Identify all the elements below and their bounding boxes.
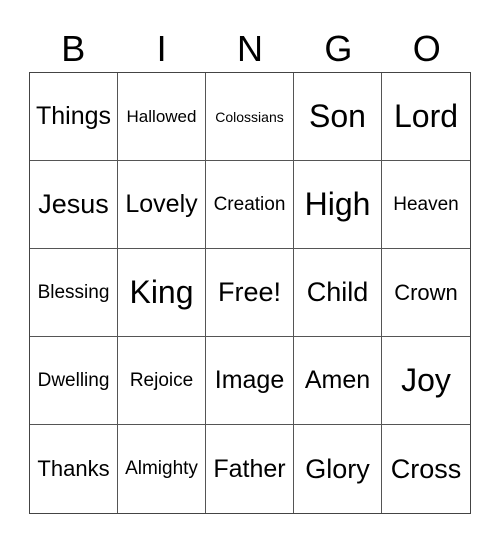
bingo-cell[interactable]: Lovely <box>118 161 206 249</box>
bingo-header: B I N G O <box>29 26 471 72</box>
header-letter-b: B <box>61 28 86 69</box>
bingo-cell[interactable]: Almighty <box>118 425 206 513</box>
bingo-cell[interactable]: Jesus <box>30 161 118 249</box>
bingo-cell[interactable]: Cross <box>382 425 470 513</box>
bingo-grid: Things Hallowed Colossians Son Lord Jesu… <box>29 72 471 514</box>
bingo-cell[interactable]: Lord <box>382 73 470 161</box>
bingo-cell[interactable]: Son <box>294 73 382 161</box>
bingo-cell[interactable]: High <box>294 161 382 249</box>
header-letter-g: G <box>324 28 353 69</box>
bingo-cell[interactable]: Joy <box>382 337 470 425</box>
bingo-cell[interactable]: Heaven <box>382 161 470 249</box>
bingo-cell[interactable]: Amen <box>294 337 382 425</box>
header-letter-n: N <box>236 28 263 69</box>
bingo-cell[interactable]: Things <box>30 73 118 161</box>
bingo-cell[interactable]: King <box>118 249 206 337</box>
bingo-cell[interactable]: Hallowed <box>118 73 206 161</box>
bingo-cell[interactable]: Colossians <box>206 73 294 161</box>
bingo-cell[interactable]: Glory <box>294 425 382 513</box>
header-letter-i: I <box>156 28 167 69</box>
header-letter-o: O <box>412 28 441 69</box>
bingo-cell[interactable]: Crown <box>382 249 470 337</box>
bingo-cell[interactable]: Child <box>294 249 382 337</box>
bingo-cell[interactable]: Blessing <box>30 249 118 337</box>
bingo-cell[interactable]: Creation <box>206 161 294 249</box>
bingo-cell[interactable]: Free! <box>206 249 294 337</box>
bingo-cell[interactable]: Rejoice <box>118 337 206 425</box>
bingo-cell[interactable]: Image <box>206 337 294 425</box>
bingo-cell[interactable]: Father <box>206 425 294 513</box>
bingo-cell[interactable]: Thanks <box>30 425 118 513</box>
bingo-cell[interactable]: Dwelling <box>30 337 118 425</box>
